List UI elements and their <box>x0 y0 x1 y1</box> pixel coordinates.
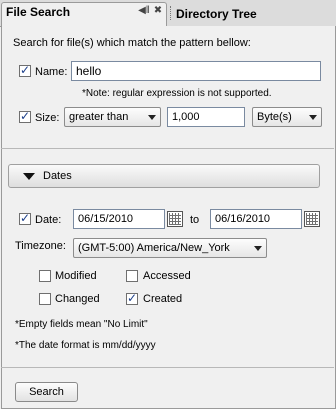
accessed-checkbox[interactable] <box>126 270 138 282</box>
tab-file-search-label: File Search <box>6 5 71 19</box>
changed-label: Changed <box>55 293 100 305</box>
chevron-down-icon <box>309 115 317 120</box>
name-input[interactable]: hello <box>71 61 321 81</box>
date-format-hint: *The date format is mm/dd/yyyy <box>15 340 156 351</box>
calendar-icon[interactable] <box>167 211 183 227</box>
changed-checkbox[interactable] <box>39 293 51 305</box>
size-operator-value: greater than <box>69 111 129 123</box>
chevron-down-icon <box>148 115 156 120</box>
chevron-down-icon <box>254 246 262 251</box>
accessed-label: Accessed <box>143 270 191 282</box>
size-value-input[interactable]: 1,000 <box>167 107 245 127</box>
regex-note: *Note: regular expression is not support… <box>82 88 272 99</box>
footer-divider <box>1 367 334 368</box>
tab-separator <box>170 6 173 20</box>
modified-checkbox[interactable] <box>39 270 51 282</box>
search-button[interactable]: Search <box>15 382 78 402</box>
modified-label: Modified <box>55 270 97 282</box>
calendar-icon[interactable] <box>304 211 320 227</box>
dates-section-title: Dates <box>43 170 72 182</box>
timezone-select[interactable]: (GMT-5:00) America/New_York <box>73 238 267 258</box>
dates-section-header[interactable]: Dates <box>8 164 320 188</box>
empty-fields-hint: *Empty fields mean "No Limit" <box>15 319 148 330</box>
close-icon[interactable]: ✖ <box>152 5 164 17</box>
timezone-label: Timezone: <box>15 240 66 252</box>
size-operator-select[interactable]: greater than <box>64 107 161 127</box>
date-checkbox[interactable] <box>19 211 31 225</box>
size-unit-value: Byte(s) <box>257 111 292 123</box>
search-intro-text: Search for file(s) which match the patte… <box>13 37 251 49</box>
size-unit-select[interactable]: Byte(s) <box>252 107 322 127</box>
date-label: Date: <box>35 214 62 226</box>
minimize-view-icon[interactable]: ◀‖ <box>138 5 150 17</box>
timezone-value: (GMT-5:00) America/New_York <box>78 242 230 254</box>
collapse-triangle-icon <box>23 173 35 180</box>
name-checkbox[interactable] <box>19 63 31 77</box>
date-from-input[interactable]: 06/15/2010 <box>73 209 165 229</box>
created-label: Created <box>143 293 183 305</box>
section-divider <box>1 148 334 149</box>
size-checkbox[interactable] <box>19 109 31 123</box>
tab-directory-tree[interactable]: Directory Tree <box>176 7 257 21</box>
size-label: Size: <box>35 112 60 124</box>
date-to-label: to <box>190 214 200 226</box>
name-label: Name: <box>35 66 68 78</box>
created-checkbox[interactable] <box>126 291 138 305</box>
date-to-input[interactable]: 06/16/2010 <box>210 209 302 229</box>
